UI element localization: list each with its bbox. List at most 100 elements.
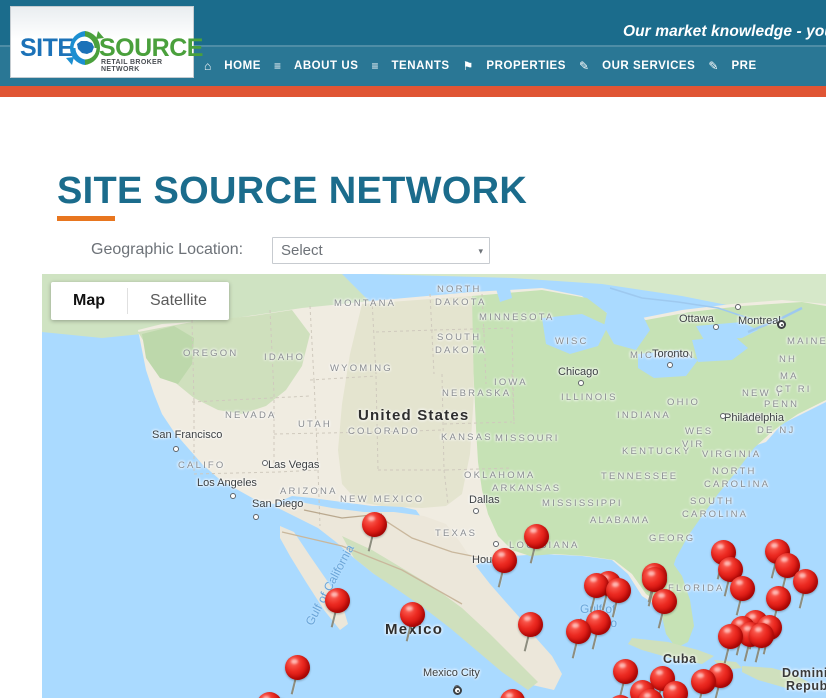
pin-highlight bbox=[658, 593, 665, 598]
pin-highlight bbox=[619, 663, 626, 668]
site-header: Our market knowledge - you SITE SOURCE R… bbox=[0, 0, 826, 86]
pin-highlight bbox=[656, 670, 663, 675]
pin-highlight bbox=[724, 561, 731, 566]
nav-item-properties[interactable]: PROPERTIES bbox=[477, 47, 575, 86]
pin-highlight bbox=[331, 592, 338, 597]
pin-head bbox=[492, 548, 517, 573]
chevron-down-icon: ▾ bbox=[478, 246, 483, 256]
menu-icon[interactable]: ≡ bbox=[270, 47, 285, 86]
map-location-pin[interactable] bbox=[517, 612, 547, 652]
map-location-pin[interactable] bbox=[748, 623, 778, 663]
pin-highlight bbox=[530, 528, 537, 533]
map-location-pin[interactable] bbox=[565, 619, 595, 659]
map-city-dot bbox=[667, 362, 673, 368]
nav-item-about-us[interactable]: ABOUT US bbox=[285, 47, 367, 86]
nav-item-tenants[interactable]: TENANTS bbox=[382, 47, 458, 86]
map-canvas: Gulf ofMexicoGulf of CaliforniaMONTANANO… bbox=[42, 274, 826, 698]
map-location-pin[interactable] bbox=[523, 524, 553, 564]
pin-highlight bbox=[724, 628, 731, 633]
pin-highlight bbox=[590, 577, 597, 582]
pin-head bbox=[638, 689, 663, 698]
pin-highlight bbox=[781, 557, 788, 562]
page-root: Our market knowledge - you SITE SOURCE R… bbox=[0, 0, 826, 698]
map-location-pin[interactable] bbox=[324, 588, 354, 628]
pin-highlight bbox=[736, 580, 743, 585]
pin-highlight bbox=[697, 673, 704, 678]
map-geometry bbox=[42, 274, 826, 698]
locations-map[interactable]: Gulf ofMexicoGulf of CaliforniaMONTANANO… bbox=[42, 274, 826, 698]
map-city-dot bbox=[493, 541, 499, 547]
map-location-pin[interactable] bbox=[491, 548, 521, 588]
map-location-pin[interactable] bbox=[361, 512, 391, 552]
pin-head bbox=[325, 588, 350, 613]
map-city-dot bbox=[230, 493, 236, 499]
map-type-control[interactable]: Map Satellite bbox=[51, 282, 229, 320]
pin-highlight bbox=[717, 544, 724, 549]
map-location-pin[interactable] bbox=[690, 669, 720, 698]
pin-head bbox=[524, 524, 549, 549]
pin-head bbox=[362, 512, 387, 537]
pin-head bbox=[606, 578, 631, 603]
bookmark-icon[interactable]: ⚑ bbox=[459, 47, 478, 86]
map-view-button[interactable]: Map bbox=[51, 282, 127, 320]
satellite-view-button[interactable]: Satellite bbox=[128, 282, 229, 320]
pin-highlight bbox=[755, 627, 762, 632]
geographic-filter-row: Geographic Location: Select ▾ bbox=[57, 237, 517, 265]
pin-head bbox=[652, 589, 677, 614]
map-capital-dot bbox=[777, 320, 786, 329]
pin-highlight bbox=[799, 573, 806, 578]
map-city-dot bbox=[713, 324, 719, 330]
map-location-pin[interactable] bbox=[792, 569, 822, 609]
map-city-dot bbox=[262, 460, 268, 466]
pin-head bbox=[691, 669, 716, 694]
pin-head bbox=[500, 689, 525, 698]
map-location-pin[interactable] bbox=[284, 655, 314, 695]
nav-item-press[interactable]: PRE bbox=[722, 47, 765, 86]
map-location-pin[interactable] bbox=[399, 602, 429, 642]
pin-highlight bbox=[771, 543, 778, 548]
map-location-pin[interactable] bbox=[637, 689, 667, 698]
geographic-location-select[interactable]: Select ▾ bbox=[272, 237, 490, 264]
main-content: SITE SOURCE NETWORK Geographic Location:… bbox=[0, 97, 826, 698]
pin-highlight bbox=[506, 693, 513, 698]
pin-head bbox=[566, 619, 591, 644]
pin-highlight bbox=[612, 582, 619, 587]
geographic-location-label: Geographic Location: bbox=[91, 241, 244, 258]
header-tagline: Our market knowledge - you bbox=[622, 23, 826, 40]
title-underline bbox=[57, 216, 115, 221]
pencil-icon[interactable]: ✎ bbox=[575, 47, 593, 86]
pin-highlight bbox=[644, 693, 651, 698]
pin-head bbox=[766, 586, 791, 611]
menu-icon[interactable]: ≡ bbox=[367, 47, 382, 86]
map-city-dot bbox=[253, 514, 259, 520]
accent-bar bbox=[0, 86, 826, 97]
map-capital-dot bbox=[453, 686, 462, 695]
pin-highlight bbox=[669, 685, 676, 690]
pin-head bbox=[718, 624, 743, 649]
page-title: SITE SOURCE NETWORK bbox=[57, 170, 528, 213]
pin-head bbox=[285, 655, 310, 680]
map-city-dot bbox=[720, 413, 726, 419]
pin-head bbox=[793, 569, 818, 594]
map-location-pin[interactable] bbox=[651, 589, 681, 629]
nav-item-home[interactable]: HOME bbox=[215, 47, 270, 86]
pin-highlight bbox=[572, 623, 579, 628]
pencil-icon[interactable]: ✎ bbox=[704, 47, 722, 86]
pin-head bbox=[518, 612, 543, 637]
pin-highlight bbox=[524, 616, 531, 621]
map-city-dot bbox=[473, 508, 479, 514]
map-city-dot bbox=[735, 304, 741, 310]
site-logo[interactable]: SITE SOURCE RETAIL BROKER NETWORK bbox=[10, 6, 203, 78]
pin-highlight bbox=[772, 590, 779, 595]
geographic-location-value: Select bbox=[281, 242, 323, 259]
pin-highlight bbox=[368, 516, 375, 521]
logo-subtitle: RETAIL BROKER NETWORK bbox=[101, 59, 163, 73]
pin-highlight bbox=[406, 606, 413, 611]
map-location-pin[interactable] bbox=[717, 624, 747, 664]
map-location-pin[interactable] bbox=[499, 689, 529, 698]
nav-item-our-services[interactable]: OUR SERVICES bbox=[593, 47, 704, 86]
pin-head bbox=[730, 576, 755, 601]
pin-head bbox=[400, 602, 425, 627]
pin-highlight bbox=[291, 659, 298, 664]
map-city-dot bbox=[578, 380, 584, 386]
